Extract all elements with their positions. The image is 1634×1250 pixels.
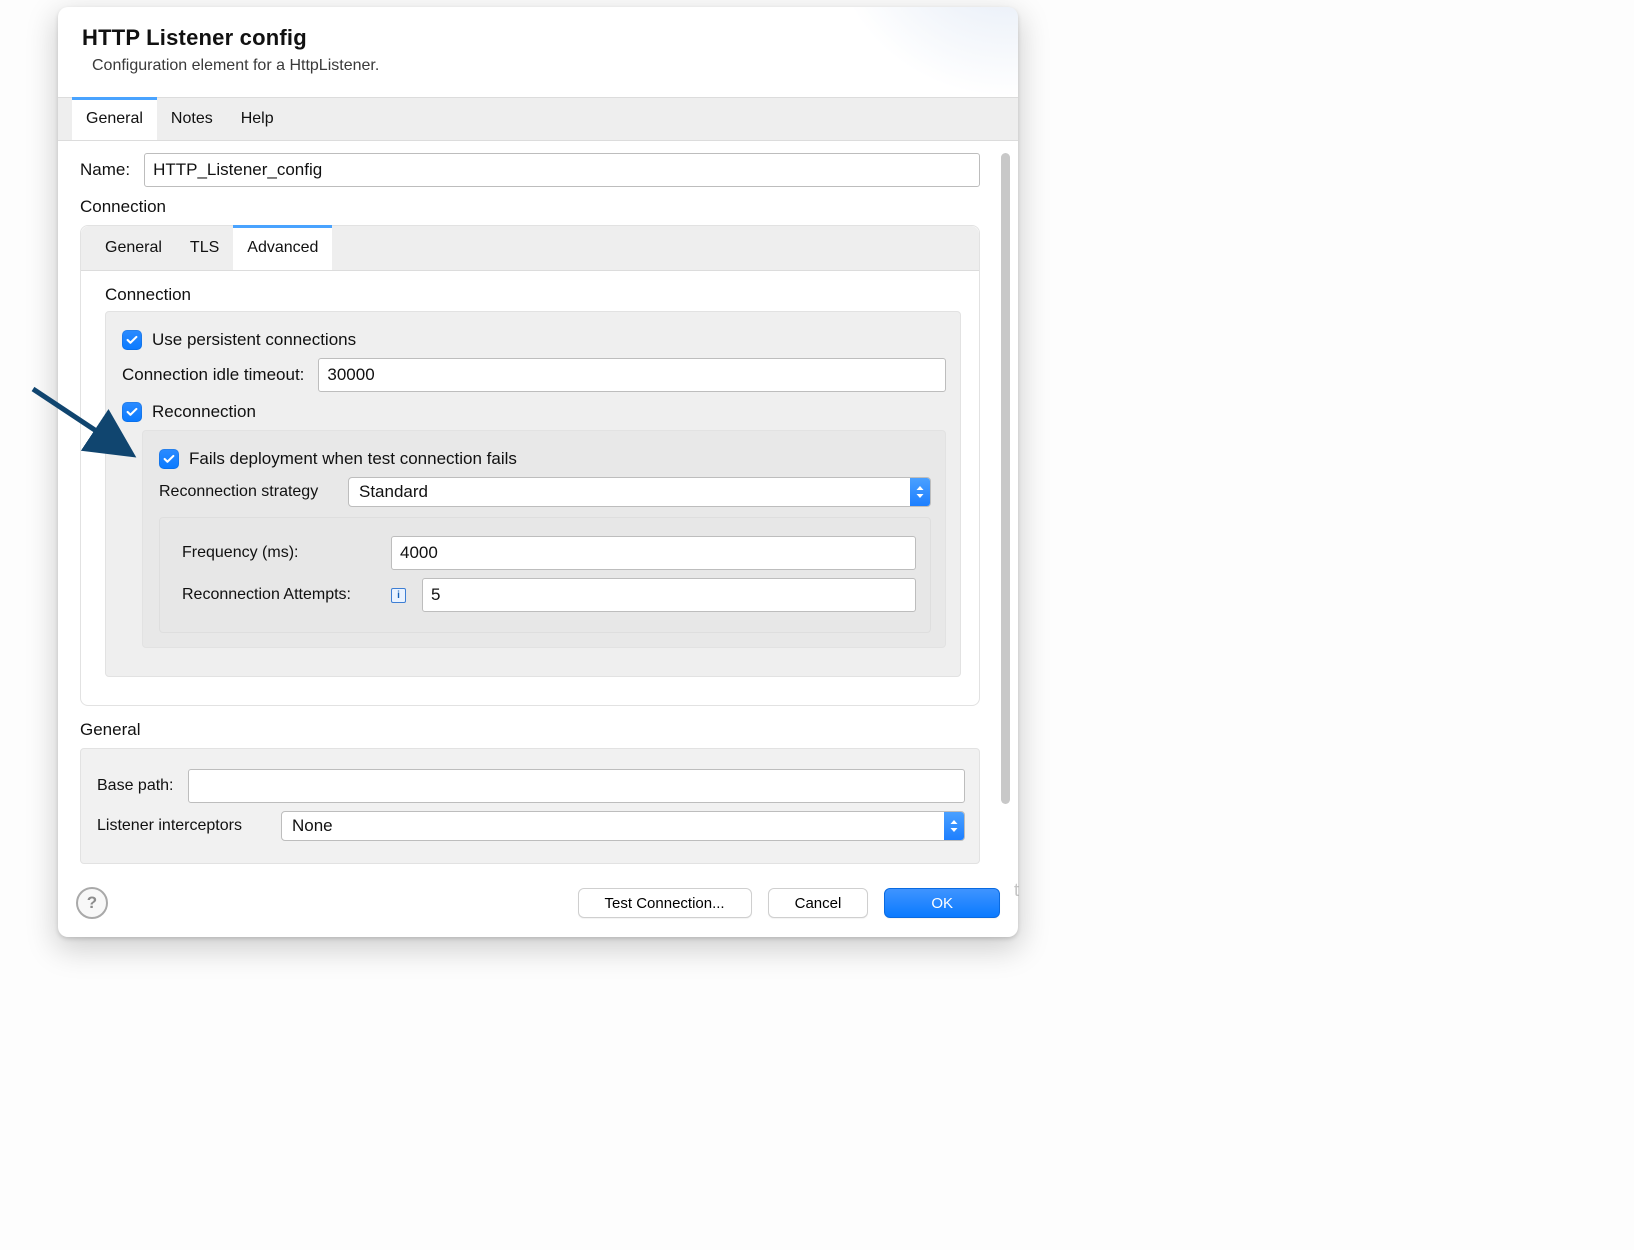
use-persistent-label: Use persistent connections [152,330,356,350]
strategy-select[interactable]: Standard [348,477,931,507]
use-persistent-checkbox[interactable] [122,330,142,350]
frequency-input[interactable] [391,536,916,570]
idle-timeout-label: Connection idle timeout: [122,365,304,385]
base-path-label: Base path: [97,777,174,795]
base-path-input[interactable] [188,769,966,803]
ok-button[interactable]: OK [884,888,1000,918]
primary-tab-bar: General Notes Help [58,97,1018,141]
background-char: t [1014,880,1019,901]
conn-tab-general[interactable]: General [91,226,176,270]
check-icon [125,405,139,419]
cancel-button[interactable]: Cancel [768,888,869,918]
strategy-label: Reconnection strategy [159,483,334,501]
general-heading: General [80,720,980,740]
check-icon [162,452,176,466]
dialog-title: HTTP Listener config [82,25,994,51]
vertical-scrollbar[interactable] [998,141,1018,873]
name-label: Name: [80,160,130,180]
name-input[interactable] [144,153,980,187]
strategy-value: Standard [349,478,910,506]
fails-deploy-checkbox[interactable] [159,449,179,469]
reconnection-group: Fails deployment when test connection fa… [142,430,946,648]
connection-subheading: Connection [105,285,961,305]
interceptors-select[interactable]: None [281,811,965,841]
strategy-params: Frequency (ms): Reconnection Attempts: i [159,517,931,633]
idle-timeout-input[interactable] [318,358,946,392]
attempts-input[interactable] [422,578,916,612]
info-icon: i [391,588,406,603]
check-icon [125,333,139,347]
reconnection-checkbox[interactable] [122,402,142,422]
connection-tab-bar: General TLS Advanced [81,226,979,271]
general-group: Base path: Listener interceptors None [80,748,980,864]
http-listener-config-dialog: HTTP Listener config Configuration eleme… [58,7,1018,937]
scrollbar-thumb[interactable] [1001,153,1010,804]
dialog-body: Name: Connection General TLS Advanced Co… [58,141,998,873]
conn-tab-tls[interactable]: TLS [176,226,233,270]
conn-tab-advanced[interactable]: Advanced [233,226,332,270]
dialog-subtitle: Configuration element for a HttpListener… [82,57,994,75]
tab-help[interactable]: Help [227,98,288,140]
select-stepper-icon [910,478,930,506]
dialog-header: HTTP Listener config Configuration eleme… [58,7,1018,83]
fails-deploy-label: Fails deployment when test connection fa… [189,449,517,469]
help-icon[interactable]: ? [76,887,108,919]
connection-heading: Connection [80,197,980,217]
interceptors-label: Listener interceptors [97,817,267,835]
interceptors-value: None [282,812,944,840]
select-stepper-icon [944,812,964,840]
attempts-label: Reconnection Attempts: [182,586,377,604]
frequency-label: Frequency (ms): [182,544,377,562]
connection-panel: General TLS Advanced Connection Use pers… [80,225,980,706]
test-connection-button[interactable]: Test Connection... [578,888,752,918]
reconnection-label: Reconnection [152,402,256,422]
tab-general[interactable]: General [72,98,157,140]
tab-notes[interactable]: Notes [157,98,227,140]
dialog-footer: ? Test Connection... Cancel OK [58,873,1018,937]
connection-group: Use persistent connections Connection id… [105,311,961,677]
